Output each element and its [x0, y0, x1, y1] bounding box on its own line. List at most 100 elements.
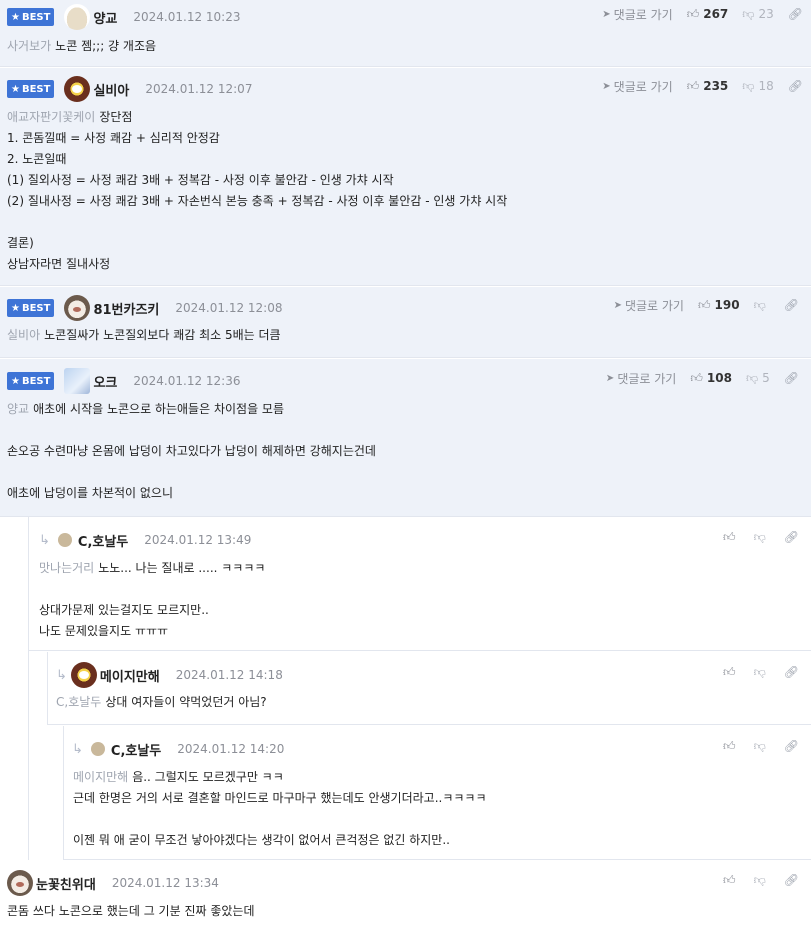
- comment-body: 사거보가 노콘 젬;;; 걍 개조음: [7, 39, 157, 53]
- comment-author[interactable]: 오크: [93, 372, 117, 391]
- link-icon[interactable]: 🔗︎: [784, 530, 799, 544]
- comment-author[interactable]: 메이지만해: [100, 666, 160, 685]
- best-comment: ★ BEST 81번카즈키 2024.01.12 12:08 ➤ 댓글로 가기 👍︎…: [0, 287, 811, 358]
- comment-body: 애교자판기꽃케이 장단점 1. 콘돔낄때 = 사정 쾌감 + 심리적 안정감 2. 노…: [7, 110, 508, 271]
- comment-date: 2024.01.12 12:08: [175, 301, 283, 315]
- downvote-button[interactable]: 👎︎: [754, 873, 770, 888]
- mention[interactable]: 메이지만해: [73, 770, 128, 784]
- thumbs-down-icon: 👎︎: [753, 529, 766, 544]
- reply-comment: ↳ C,호날두 2024.01.12 13:49 👍︎ 👎︎ 🔗︎ 맛나는거리 노…: [29, 517, 811, 651]
- thumbs-down-icon: 👎︎: [753, 872, 766, 887]
- best-badge: ★ BEST: [7, 80, 55, 98]
- comment-author[interactable]: 실비아: [93, 80, 129, 99]
- best-badge: ★ BEST: [7, 299, 55, 317]
- avatar[interactable]: [64, 4, 91, 30]
- comment-author[interactable]: 양교: [93, 8, 117, 27]
- reply-comment: ↳ 메이지만해 2024.01.12 14:18 👍︎ 👎︎ 🔗︎ C,호날두 상…: [47, 652, 811, 725]
- mention[interactable]: C,호날두: [56, 695, 101, 709]
- downvote-button[interactable]: 👎︎ 23: [742, 7, 773, 22]
- mention[interactable]: 양교: [7, 402, 29, 416]
- comment-author[interactable]: 눈꽃친위대: [36, 874, 96, 893]
- link-icon[interactable]: 🔗︎: [784, 739, 799, 753]
- thumbs-up-icon: 👍︎: [723, 664, 736, 679]
- reply-arrow-icon: ↳: [39, 532, 50, 548]
- send-arrow-icon: ➤: [605, 372, 615, 384]
- goto-comment-link[interactable]: ➤ 댓글로 가기: [602, 6, 672, 23]
- avatar[interactable]: [7, 870, 33, 896]
- comment-body: C,호날두 상대 여자들이 약먹었던거 아님?: [56, 695, 267, 709]
- star-icon: ★: [11, 302, 20, 314]
- send-arrow-icon: ➤: [602, 80, 611, 92]
- avatar[interactable]: [64, 368, 91, 394]
- downvote-button[interactable]: 👎︎: [754, 298, 770, 313]
- link-icon[interactable]: 🔗︎: [788, 79, 803, 93]
- comment-date: 2024.01.12 13:49: [144, 533, 252, 547]
- comment-date: 2024.01.12 13:34: [111, 876, 219, 890]
- upvote-button[interactable]: 👍︎ 235: [687, 79, 729, 94]
- link-icon[interactable]: 🔗︎: [784, 665, 799, 679]
- comment-author[interactable]: C,호날두: [78, 531, 128, 550]
- comment-body: 콘돔 쓰다 노콘으로 했는데 그 기분 진짜 좋았는데: [7, 904, 255, 918]
- reply-comment: ↳ C,호날두 2024.01.12 14:20 👍︎ 👎︎ 🔗︎ 메이지만해 음…: [63, 726, 811, 860]
- goto-comment-link[interactable]: ➤ 댓글로 가기: [606, 370, 676, 387]
- comment-body: 양교 애초에 시작을 노콘으로 하는애들은 차이점을 모름 손오공 수련마냥 온몸에…: [7, 402, 376, 500]
- upvote-button[interactable]: 👍︎ 108: [690, 371, 732, 386]
- link-icon[interactable]: 🔗︎: [784, 298, 799, 312]
- mention[interactable]: 맛나는거리: [39, 561, 94, 575]
- avatar[interactable]: [64, 76, 91, 102]
- comment-author[interactable]: C,호날두: [111, 740, 161, 759]
- thumbs-up-icon: 👍︎: [686, 78, 700, 93]
- send-arrow-icon: ➤: [613, 299, 622, 311]
- best-comment: ★ BEST 오크 2024.01.12 12:36 ➤ 댓글로 가기 👍︎ 108 …: [0, 359, 811, 517]
- avatar[interactable]: [64, 295, 91, 321]
- mention[interactable]: 사거보가: [7, 39, 51, 53]
- thumbs-down-icon: 👎︎: [742, 6, 755, 21]
- upvote-button[interactable]: 👍︎: [723, 665, 740, 680]
- downvote-button[interactable]: 👎︎ 18: [742, 79, 773, 94]
- star-icon: ★: [11, 11, 20, 23]
- comment-date: 2024.01.12 12:07: [145, 82, 253, 96]
- comment-author[interactable]: 81번카즈키: [93, 299, 159, 318]
- upvote-button[interactable]: 👍︎: [723, 739, 740, 754]
- avatar[interactable]: [90, 742, 105, 756]
- best-comment: ★ BEST 실비아 2024.01.12 12:07 ➤ 댓글로 가기 👍︎ 235…: [0, 68, 811, 286]
- comment-body: 실비아 노콘질싸가 노콘질외보다 쾌감 최소 5배는 더큼: [7, 328, 281, 342]
- upvote-button[interactable]: 👍︎ 267: [687, 7, 729, 22]
- best-comment: ★ BEST 양교 2024.01.12 10:23 ➤ 댓글로 가기 👍︎ 267 …: [0, 0, 811, 67]
- downvote-button[interactable]: 👎︎: [754, 665, 770, 680]
- goto-comment-link[interactable]: ➤ 댓글로 가기: [614, 297, 684, 314]
- comment-body: 맛나는거리 노노... 나는 질내로 ..... ㅋㅋㅋㅋ 상대가문제 있는걸지도 …: [39, 561, 266, 638]
- goto-comment-link[interactable]: ➤ 댓글로 가기: [602, 78, 672, 95]
- upvote-button[interactable]: 👍︎ 190: [698, 298, 740, 313]
- mention[interactable]: 실비아: [7, 328, 40, 342]
- comment: 눈꽃친위대 2024.01.12 13:34 👍︎ 👎︎ 🔗︎ 콘돔 쓰다 노콘…: [0, 861, 811, 935]
- downvote-button[interactable]: 👎︎ 5: [746, 371, 770, 386]
- best-badge: ★ BEST: [7, 372, 55, 390]
- best-badge: ★ BEST: [7, 8, 55, 26]
- comment-date: 2024.01.12 10:23: [133, 10, 241, 24]
- downvote-button[interactable]: 👎︎: [754, 739, 770, 754]
- thumbs-down-icon: 👎︎: [753, 664, 766, 679]
- upvote-button[interactable]: 👍︎: [723, 873, 740, 888]
- link-icon[interactable]: 🔗︎: [784, 371, 799, 385]
- link-icon[interactable]: 🔗︎: [784, 873, 799, 887]
- send-arrow-icon: ➤: [602, 8, 611, 20]
- thumbs-up-icon: 👍︎: [697, 297, 711, 312]
- avatar[interactable]: [70, 662, 97, 688]
- comment-body: 메이지만해 음.. 그럴지도 모르겠구만 ㅋㅋ 근데 한명은 거의 서로 결혼할 마…: [73, 770, 487, 847]
- star-icon: ★: [11, 83, 20, 95]
- downvote-button[interactable]: 👎︎: [754, 530, 770, 545]
- comment-date: 2024.01.12 14:18: [175, 668, 283, 682]
- mention[interactable]: 애교자판기꽃케이: [7, 110, 95, 124]
- comment-date: 2024.01.12 14:20: [177, 742, 285, 756]
- thumbs-up-icon: 👍︎: [723, 529, 736, 544]
- thumbs-down-icon: 👎︎: [753, 738, 766, 753]
- upvote-button[interactable]: 👍︎: [723, 530, 740, 545]
- reply-thread: ↳ C,호날두 2024.01.12 13:49 👍︎ 👎︎ 🔗︎ 맛나는거리 노…: [28, 517, 811, 860]
- thumbs-up-icon: 👍︎: [723, 872, 736, 887]
- link-icon[interactable]: 🔗︎: [788, 7, 803, 21]
- thumbs-down-icon: 👎︎: [753, 297, 766, 312]
- avatar[interactable]: [57, 533, 72, 547]
- comment-date: 2024.01.12 12:36: [133, 374, 241, 388]
- reply-arrow-icon: ↳: [56, 667, 67, 683]
